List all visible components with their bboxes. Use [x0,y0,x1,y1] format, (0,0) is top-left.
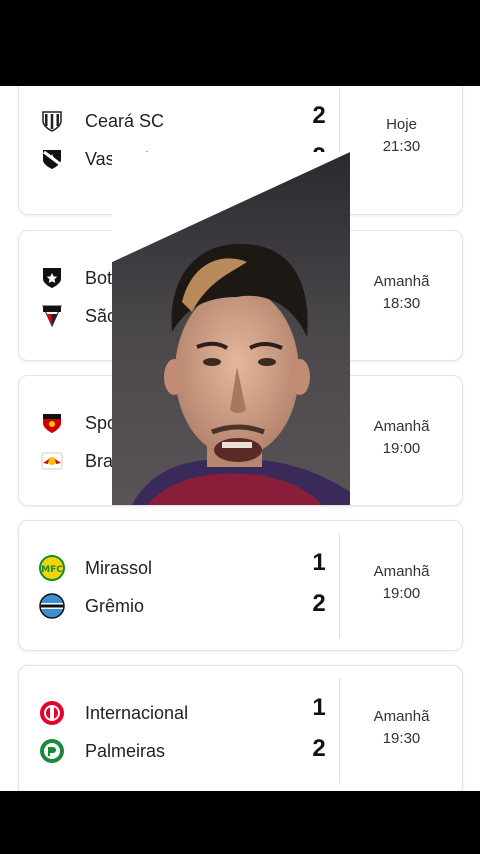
team-row-home: Ceará SC [39,106,164,136]
match-time: 21:30 [382,138,421,155]
team-row-away: Palmeiras [39,736,165,766]
home-team-name: Internacional [85,702,189,723]
svg-text:MFC: MFC [41,565,63,575]
vasco-crest-icon [39,146,65,172]
divider [339,533,340,638]
gremio-crest-icon [39,593,65,619]
match-day: Amanhã [373,273,430,290]
video-overlay [112,152,350,505]
team-row-home: MFC Mirassol [39,553,152,583]
match-card-mirassol-gremio[interactable]: MFC Mirassol Grêmio 1 2 Amanhã 19:00 [18,520,463,651]
away-score: 2 [312,735,326,762]
match-time: 19:30 [382,730,421,747]
away-team-name: Palmeiras [85,740,166,761]
match-time: 18:30 [382,295,421,312]
internacional-crest-icon [39,700,65,726]
match-day: Amanhã [373,708,430,725]
away-team-name: Grêmio [85,595,145,616]
match-day: Amanhã [373,563,430,580]
palmeiras-crest-icon [39,738,65,764]
match-day: Amanhã [373,418,430,435]
match-time: 19:00 [382,440,421,457]
match-day: Hoje [386,116,417,133]
home-team-name: Ceará SC [85,110,165,131]
home-score: 1 [312,549,326,576]
video-frame-image [112,152,350,505]
away-score: 2 [312,590,326,617]
mirassol-crest-icon: MFC [39,555,65,581]
home-team-name: Mirassol [85,557,153,578]
sport-crest-icon [39,410,65,436]
team-row-away: Grêmio [39,591,144,621]
botafogo-crest-icon [39,265,65,291]
match-card-internacional-palmeiras[interactable]: Internacional Palmeiras 1 2 Amanhã 19:30 [18,665,463,791]
home-score: 2 [312,102,326,129]
team-row-home: Internacional [39,698,188,728]
match-time: 19:00 [382,585,421,602]
sao-paulo-crest-icon [39,303,65,329]
ceara-crest-icon [39,108,65,134]
bragantino-crest-icon [39,448,65,474]
divider [339,678,340,783]
home-score: 1 [312,694,326,721]
